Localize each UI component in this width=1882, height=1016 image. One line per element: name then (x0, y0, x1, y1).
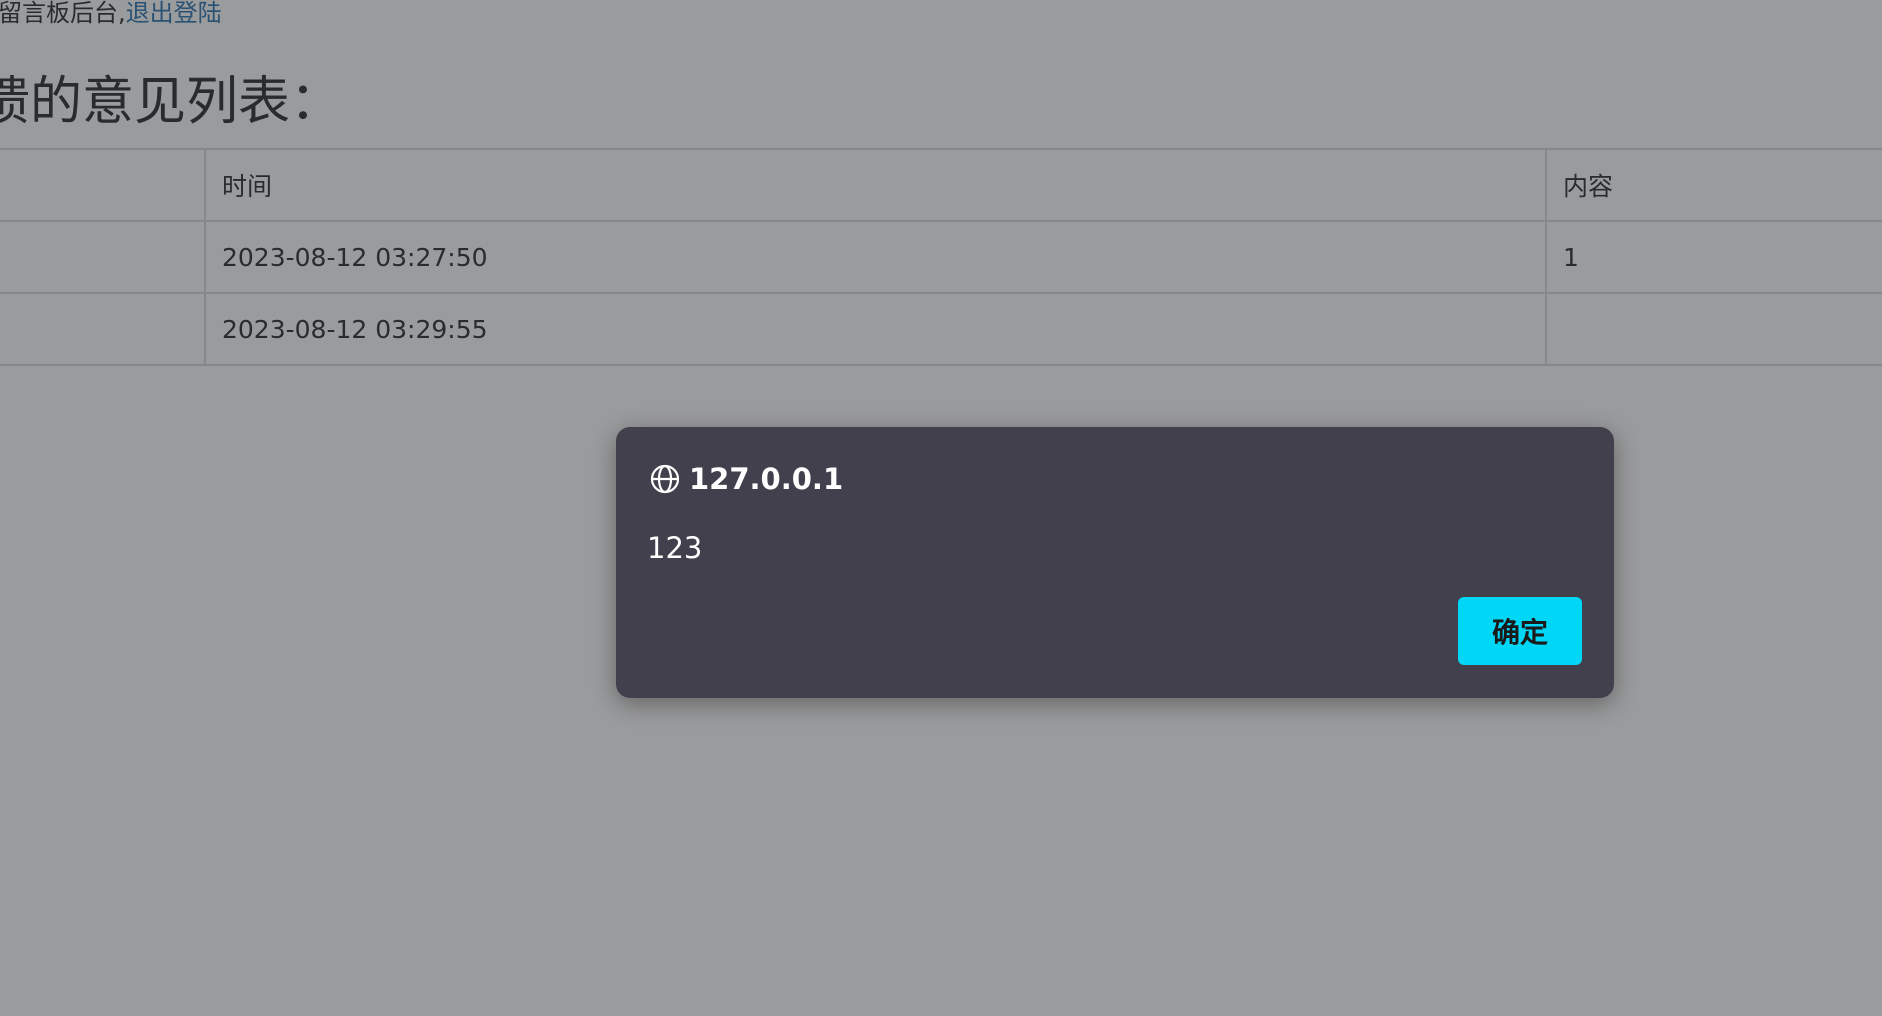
ok-button[interactable]: 确定 (1458, 597, 1582, 665)
dialog-message: 123 (647, 531, 703, 565)
dialog-origin: 127.0.0.1 (689, 462, 844, 496)
alert-dialog: 127.0.0.1 123 确定 (616, 427, 1614, 698)
dialog-title: 127.0.0.1 (649, 459, 843, 499)
globe-icon (650, 464, 680, 494)
page: 留言板后台,退出登陆 馈的意见列表： 时间 内容 2023-08-12 03:2… (0, 0, 1882, 1016)
